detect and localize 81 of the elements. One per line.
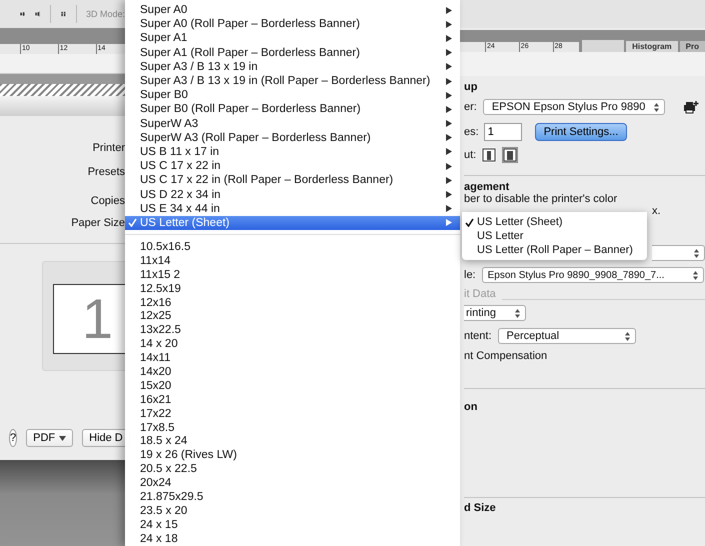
- menu-item[interactable]: 11x15 2: [125, 268, 460, 282]
- stepper-arrows-icon: [624, 332, 630, 340]
- menu-item[interactable]: SuperW A3: [125, 116, 460, 131]
- menu-item[interactable]: 24 x 15: [125, 518, 460, 532]
- note-text: x.: [652, 205, 662, 217]
- menu-item[interactable]: US D 22 x 34 in: [125, 187, 460, 202]
- field-label: er:: [464, 101, 477, 113]
- menu-item[interactable]: 15x20: [125, 378, 460, 393]
- mode-label: 3D Mode:: [86, 9, 125, 19]
- menu-item[interactable]: 14x20: [125, 365, 460, 379]
- menu-item[interactable]: US C 17 x 22 in: [125, 159, 460, 174]
- profile-select[interactable]: Epson Stylus Pro 9890_9908_7890_7...: [482, 267, 704, 283]
- intent-select[interactable]: Perceptual: [498, 328, 636, 344]
- copies-field[interactable]: 1: [484, 123, 522, 141]
- menu-item[interactable]: US C 17 x 22 in (Roll Paper – Borderless Banner): [125, 173, 460, 188]
- menu-item[interactable]: 21.875x29.5: [125, 490, 460, 504]
- menu-item[interactable]: Super A3 / B 13 x 19 in (Roll Paper – Borderless Banner): [125, 74, 460, 88]
- menu-item[interactable]: US Letter (Sheet): [125, 216, 460, 230]
- menu-item[interactable]: 19 x 26 (Rives LW): [125, 448, 460, 462]
- menu-item[interactable]: 16x21: [125, 392, 460, 407]
- field-label: Presets: [88, 165, 125, 179]
- proof-select[interactable]: rinting: [464, 305, 526, 321]
- menu-item[interactable]: 12x16: [125, 296, 460, 310]
- note-text: ber to disable the printer's color: [464, 193, 618, 205]
- section-heading: up: [464, 81, 478, 93]
- section-heading: on: [464, 401, 478, 413]
- section-heading: agement: [464, 181, 510, 193]
- menu-item[interactable]: 12x25: [125, 309, 460, 324]
- menu-item[interactable]: 14 x 20: [125, 337, 460, 352]
- stepper-arrows-icon: [692, 270, 698, 280]
- menu-item[interactable]: 17x22: [125, 406, 460, 421]
- panel-tab[interactable]: Histogram: [626, 41, 678, 52]
- stepper-arrows-icon: [515, 308, 520, 318]
- menu-item[interactable]: 12.5x19: [125, 282, 460, 296]
- panel-tab[interactable]: Pro: [680, 41, 705, 52]
- field-label: es:: [464, 126, 479, 138]
- section-heading: d Size: [464, 502, 497, 514]
- menu-item[interactable]: US B 11 x 17 in: [125, 144, 460, 160]
- menu-item[interactable]: Super A0: [125, 3, 460, 18]
- menu-item[interactable]: US Letter (Sheet): [462, 215, 647, 229]
- menu-item[interactable]: US Letter: [462, 229, 647, 243]
- pdf-button[interactable]: PDF: [26, 429, 74, 447]
- field-label: Printer: [92, 141, 125, 155]
- menu-item[interactable]: Super A1 (Roll Paper – Borderless Banner): [125, 46, 460, 60]
- menu-item[interactable]: 11x14: [125, 254, 460, 268]
- help-button[interactable]: ?: [9, 429, 18, 447]
- portrait-icon[interactable]: [482, 148, 496, 162]
- menu-item[interactable]: Super A3 / B 13 x 19 in: [125, 60, 460, 74]
- stepper-arrows-icon: [654, 102, 659, 112]
- field-label: Copies: [90, 194, 125, 208]
- landscape-icon[interactable]: [502, 147, 518, 163]
- field-label: ntent:: [464, 330, 492, 342]
- printer-select[interactable]: EPSON Epson Stylus Pro 9890: [482, 99, 665, 115]
- field-label: ut:: [464, 149, 476, 161]
- checkmark-icon: [128, 218, 137, 228]
- stepper-arrows-icon: [694, 248, 699, 258]
- dropdown-arrow-icon: [59, 436, 66, 440]
- menu-item[interactable]: US E 34 x 44 in: [125, 202, 460, 216]
- menu-item[interactable]: 24 x 18: [125, 532, 460, 546]
- menu-item[interactable]: Super B0: [125, 88, 460, 102]
- checkbox-label: nt Compensation: [464, 350, 548, 362]
- menu-item[interactable]: 23.5 x 20: [125, 504, 460, 518]
- menu-item[interactable]: 13x22.5: [125, 323, 460, 338]
- menu-item[interactable]: US Letter (Roll Paper – Banner): [462, 243, 647, 257]
- menu-item[interactable]: Super A1: [125, 31, 460, 46]
- menu-item[interactable]: 20.5 x 22.5: [125, 462, 460, 476]
- color-handling-select[interactable]: [652, 245, 705, 261]
- menu-item[interactable]: Super B0 (Roll Paper – Borderless Banner): [125, 102, 460, 116]
- menu-item[interactable]: 20x24: [125, 476, 460, 490]
- menu-item[interactable]: SuperW A3 (Roll Paper – Borderless Banner): [125, 130, 460, 145]
- printer-icon[interactable]: [682, 100, 699, 114]
- field-label: Paper Size: [71, 216, 125, 230]
- print-settings-button[interactable]: Print Settings...: [534, 123, 628, 141]
- menu-item[interactable]: 14x11: [125, 351, 460, 366]
- checkmark-icon: [465, 218, 474, 226]
- menu-item[interactable]: 10.5x16.5: [125, 240, 460, 254]
- menu-item[interactable]: Super A0 (Roll Paper – Borderless Banner): [125, 17, 460, 32]
- option-label: it Data: [464, 288, 496, 300]
- field-label: le:: [464, 269, 476, 281]
- page-number: 1: [82, 289, 113, 349]
- grip-icon[interactable]: [582, 40, 624, 52]
